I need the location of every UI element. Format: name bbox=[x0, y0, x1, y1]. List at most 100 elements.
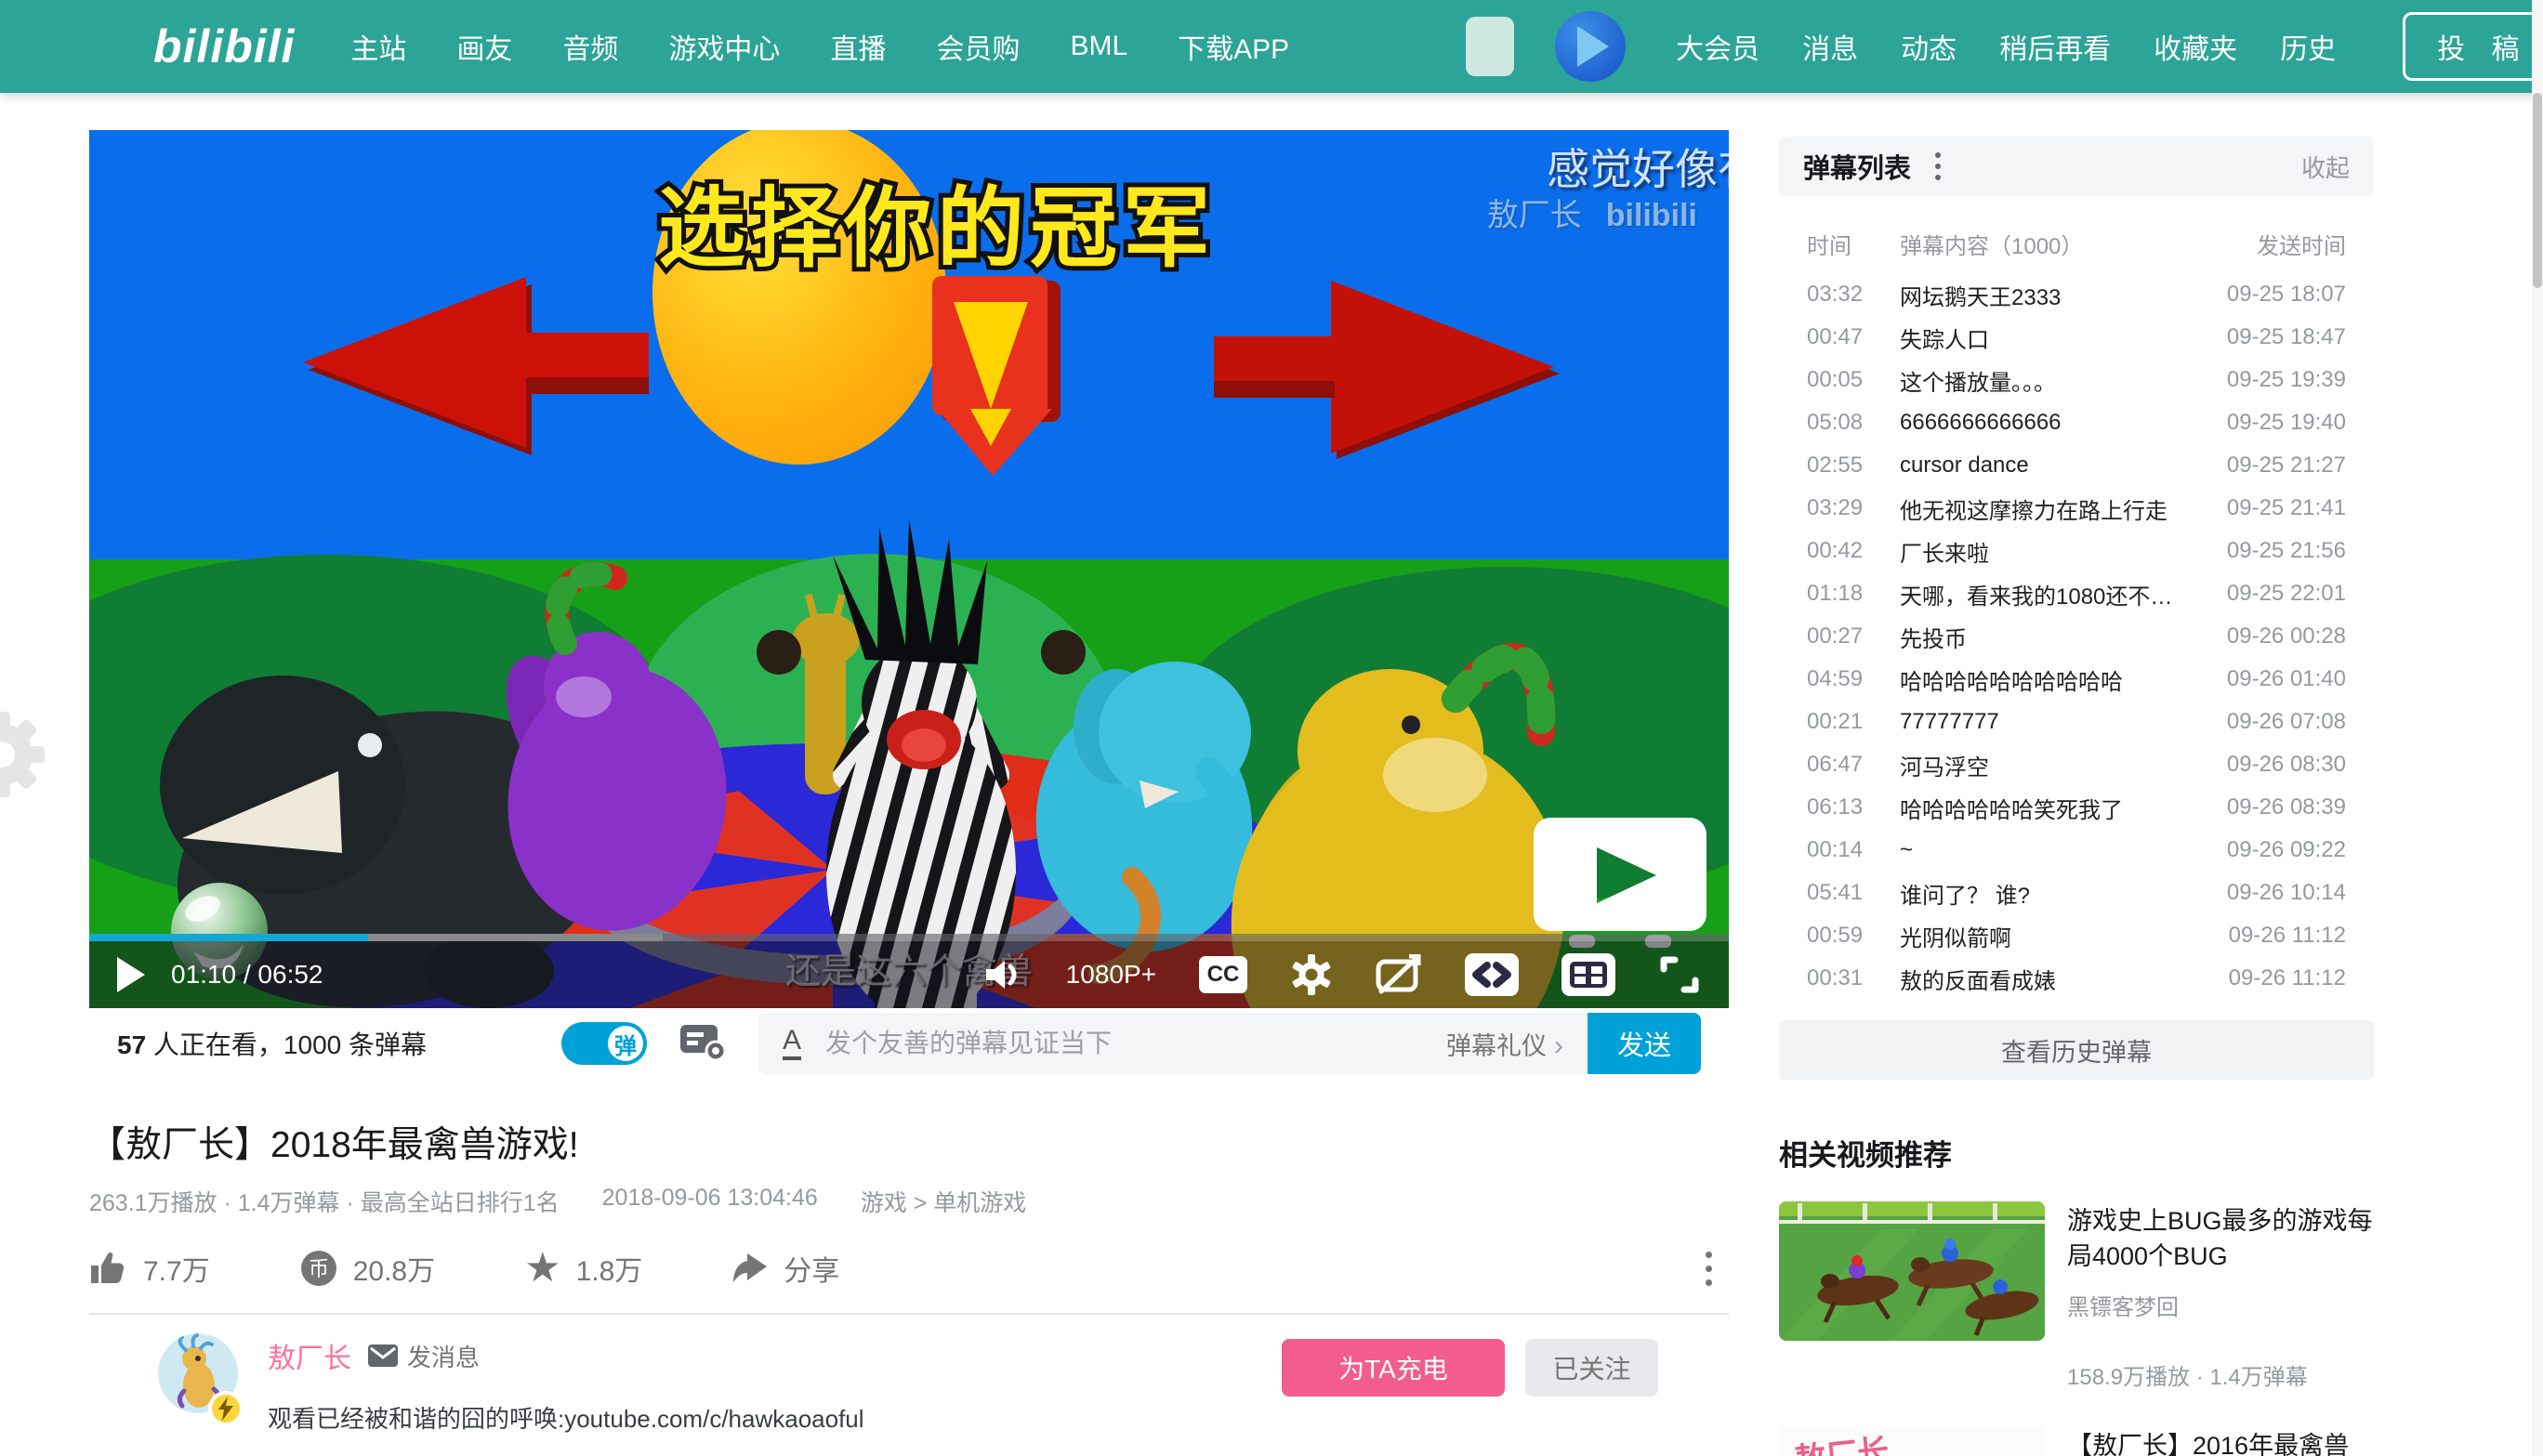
play-button[interactable] bbox=[117, 957, 145, 992]
user-link[interactable]: 稍后再看 bbox=[1999, 26, 2111, 67]
watermark-name: 敖厂长 bbox=[1487, 198, 1582, 233]
related-thumbnail-horse-race[interactable] bbox=[1779, 1201, 2045, 1341]
nav-link[interactable]: 音频 bbox=[562, 26, 618, 67]
related-thumbnail-sketch[interactable]: 敖厂长 ♂ bbox=[1779, 1426, 2045, 1456]
danmaku-row[interactable]: 00:21 77777777 09-26 07:08 bbox=[1779, 701, 2374, 743]
top-navbar: bilibili 主站 画友 音频 游戏中心 直播 会员购 BML 下载APP 大会员 消息 动态… bbox=[0, 0, 2543, 93]
danmaku-row[interactable]: 03:32 网坛鹅天王2333 09-25 18:07 bbox=[1779, 273, 2374, 316]
divider bbox=[89, 1313, 1729, 1315]
danmaku-row[interactable]: 05:08 6666666666666 09-25 19:40 bbox=[1779, 401, 2374, 444]
danmaku-toggle-knob: 弹 bbox=[608, 1026, 643, 1061]
bilibili-logo[interactable]: bilibili bbox=[153, 20, 295, 73]
nav-link[interactable]: 直播 bbox=[830, 26, 886, 67]
uploader-watermark: 敖厂长bilibili bbox=[1487, 190, 1697, 235]
danmaku-row[interactable]: 04:59 哈哈哈哈哈哈哈哈哈哈 09-26 01:40 bbox=[1779, 658, 2374, 701]
web-fullscreen-icon[interactable] bbox=[1465, 953, 1519, 996]
font-style-icon[interactable]: A bbox=[783, 1027, 801, 1060]
scrollbar-thumb[interactable] bbox=[2533, 93, 2542, 288]
danmaku-overlay-top: 感觉好像有 bbox=[1547, 136, 1729, 197]
danmaku-row[interactable]: 00:14 ~ 09-26 09:22 bbox=[1779, 829, 2374, 872]
page-settings-gear-icon[interactable] bbox=[0, 712, 45, 802]
volume-icon[interactable] bbox=[984, 957, 1023, 992]
player-settings-icon[interactable] bbox=[1290, 953, 1333, 996]
nav-link[interactable]: BML bbox=[1070, 31, 1127, 62]
sort-options-icon[interactable] bbox=[1935, 152, 1941, 180]
category-breadcrumb[interactable]: 游戏 > 单机游戏 bbox=[861, 1185, 1027, 1218]
send-message-link[interactable]: 发消息 bbox=[368, 1339, 480, 1373]
danmaku-row[interactable]: 03:29 他无视这摩擦力在路上行走 09-25 21:41 bbox=[1779, 487, 2374, 530]
view-history-danmaku-button[interactable]: 查看历史弹幕 bbox=[1779, 1020, 2374, 1080]
more-options-icon[interactable] bbox=[1706, 1252, 1712, 1286]
danmaku-row[interactable]: 00:59 光阴似箭啊 09-26 11:12 bbox=[1779, 914, 2374, 957]
nav-link[interactable]: 画友 bbox=[456, 26, 512, 67]
send-danmaku-button[interactable]: 发送 bbox=[1588, 1013, 1701, 1074]
publish-time: 2018-09-06 13:04:46 bbox=[602, 1185, 818, 1218]
nav-link[interactable]: 下载APP bbox=[1178, 26, 1289, 67]
danmaku-list-header: 弹幕列表 收起 bbox=[1779, 137, 2374, 196]
related-video-uploader: 黑镖客梦回 bbox=[2067, 1289, 2374, 1321]
collapse-button[interactable]: 收起 bbox=[2301, 150, 2350, 184]
star-icon: ★ bbox=[524, 1248, 560, 1289]
danmaku-row[interactable]: 06:47 河马浮空 09-26 08:30 bbox=[1779, 743, 2374, 786]
danmaku-row[interactable]: 05:41 谁问了？ 谁? 09-26 10:14 bbox=[1779, 872, 2374, 914]
upload-button[interactable]: 投 稿 bbox=[2403, 12, 2543, 81]
followed-button[interactable]: 已关注 bbox=[1525, 1339, 1658, 1397]
danmaku-row[interactable]: 01:18 天哪，看来我的1080还不了... 09-25 22:01 bbox=[1779, 572, 2374, 615]
time-display: 01:10 / 06:52 bbox=[171, 960, 323, 990]
danmaku-row[interactable]: 00:31 敖的反面看成婊 09-26 11:12 bbox=[1779, 957, 2374, 1000]
danmaku-row[interactable]: 00:27 先投币 09-26 00:28 bbox=[1779, 615, 2374, 658]
danmaku-send-bar: 57 人正在看，1000 条弹幕 弹 A 弹幕礼仪› 发送 bbox=[89, 1008, 1729, 1079]
danmaku-panel: 弹幕列表 收起 时间 弹幕内容（1000） 发送时间 03:32 网坛鹅天王23… bbox=[1779, 137, 2374, 1456]
danmaku-row[interactable]: 06:13 哈哈哈哈哈哈笑死我了 09-26 08:39 bbox=[1779, 786, 2374, 829]
danmaku-toggle[interactable]: 弹 bbox=[561, 1022, 647, 1065]
page-scrollbar[interactable] bbox=[2532, 0, 2543, 1456]
nav-link[interactable]: 会员购 bbox=[936, 26, 1020, 67]
quality-selector[interactable]: 1080P+ bbox=[1066, 960, 1156, 990]
related-video-title[interactable]: 【敖厂长】2016年最禽兽游戏 bbox=[2067, 1428, 2374, 1456]
user-link[interactable]: 消息 bbox=[1802, 26, 1858, 67]
danmaku-row[interactable]: 00:42 厂长来啦 09-25 21:56 bbox=[1779, 530, 2374, 572]
bilibili-video-page: bilibili 主站 画友 音频 游戏中心 直播 会员购 BML 下载APP 大会员 消息 动态… bbox=[0, 0, 2543, 1456]
user-link[interactable]: 大会员 bbox=[1676, 26, 1759, 67]
user-link[interactable]: 收藏夹 bbox=[2154, 26, 2237, 67]
user-avatar[interactable] bbox=[1555, 11, 1626, 82]
progress-played bbox=[89, 934, 368, 941]
share-icon bbox=[731, 1251, 769, 1286]
avatar-play-icon bbox=[1577, 26, 1609, 67]
related-video-item[interactable]: 游戏史上BUG最多的游戏每局4000个BUG 黑镖客梦回 158.9万播放 · … bbox=[1779, 1201, 2374, 1391]
coin-button[interactable]: 币 20.8万 bbox=[299, 1248, 435, 1289]
search-box[interactable] bbox=[1466, 17, 1514, 76]
nav-link[interactable]: 主站 bbox=[350, 26, 406, 67]
progress-bar[interactable] bbox=[89, 934, 1729, 941]
uploader-section: 敖厂长 发消息 观看已经被和谐的囧的呼唤:youtube.com/c/hawka… bbox=[89, 1333, 1729, 1435]
danmaku-settings-icon[interactable] bbox=[679, 1021, 727, 1067]
subtitles-icon[interactable]: CC bbox=[1199, 956, 1247, 993]
widescreen-icon[interactable] bbox=[1561, 953, 1615, 996]
danmaku-off-icon[interactable] bbox=[1376, 954, 1422, 995]
favorite-button[interactable]: ★ 1.8万 bbox=[524, 1248, 642, 1289]
danmaku-input[interactable] bbox=[825, 1029, 1446, 1058]
danmaku-row[interactable]: 02:55 cursor dance 09-25 21:27 bbox=[1779, 444, 2374, 487]
related-videos-heading: 相关视频推荐 bbox=[1779, 1132, 2374, 1174]
video-title: 【敖厂长】2018年最禽兽游戏! bbox=[89, 1116, 1729, 1168]
share-button[interactable]: 分享 bbox=[731, 1248, 839, 1289]
danmaku-row[interactable]: 00:47 失踪人口 09-25 18:47 bbox=[1779, 316, 2374, 359]
uploader-name[interactable]: 敖厂长 bbox=[268, 1335, 351, 1376]
user-link[interactable]: 历史 bbox=[2280, 26, 2336, 67]
danmaku-etiquette-link[interactable]: 弹幕礼仪› bbox=[1446, 1026, 1563, 1062]
danmaku-row[interactable]: 00:05 这个播放量。。。 09-25 19:39 bbox=[1779, 359, 2374, 401]
like-button[interactable]: 7.7万 bbox=[89, 1248, 210, 1289]
charge-button[interactable]: 为TA充电 bbox=[1282, 1339, 1505, 1397]
fullscreen-icon[interactable] bbox=[1658, 953, 1701, 996]
video-stats: 263.1万播放 · 1.4万弹幕 · 最高全站日排行1名 bbox=[89, 1185, 560, 1218]
thumb-up-icon bbox=[89, 1250, 128, 1287]
danmaku-input-wrap[interactable]: A 弹幕礼仪› bbox=[758, 1013, 1588, 1074]
nav-link[interactable]: 游戏中心 bbox=[668, 26, 780, 67]
danmaku-list-title: 弹幕列表 bbox=[1803, 147, 1911, 186]
video-frame: 选择你的冠军 bbox=[89, 130, 1729, 1008]
related-video-item[interactable]: 敖厂长 ♂ 【敖厂长】2016年最禽兽游戏 bbox=[1779, 1426, 2374, 1456]
video-player[interactable]: 选择你的冠军 bbox=[89, 130, 1729, 1008]
action-row: 7.7万 币 20.8万 ★ 1.8万 分享 bbox=[89, 1248, 1729, 1289]
related-video-title[interactable]: 游戏史上BUG最多的游戏每局4000个BUG bbox=[2067, 1203, 2374, 1274]
user-link[interactable]: 动态 bbox=[1901, 26, 1957, 67]
